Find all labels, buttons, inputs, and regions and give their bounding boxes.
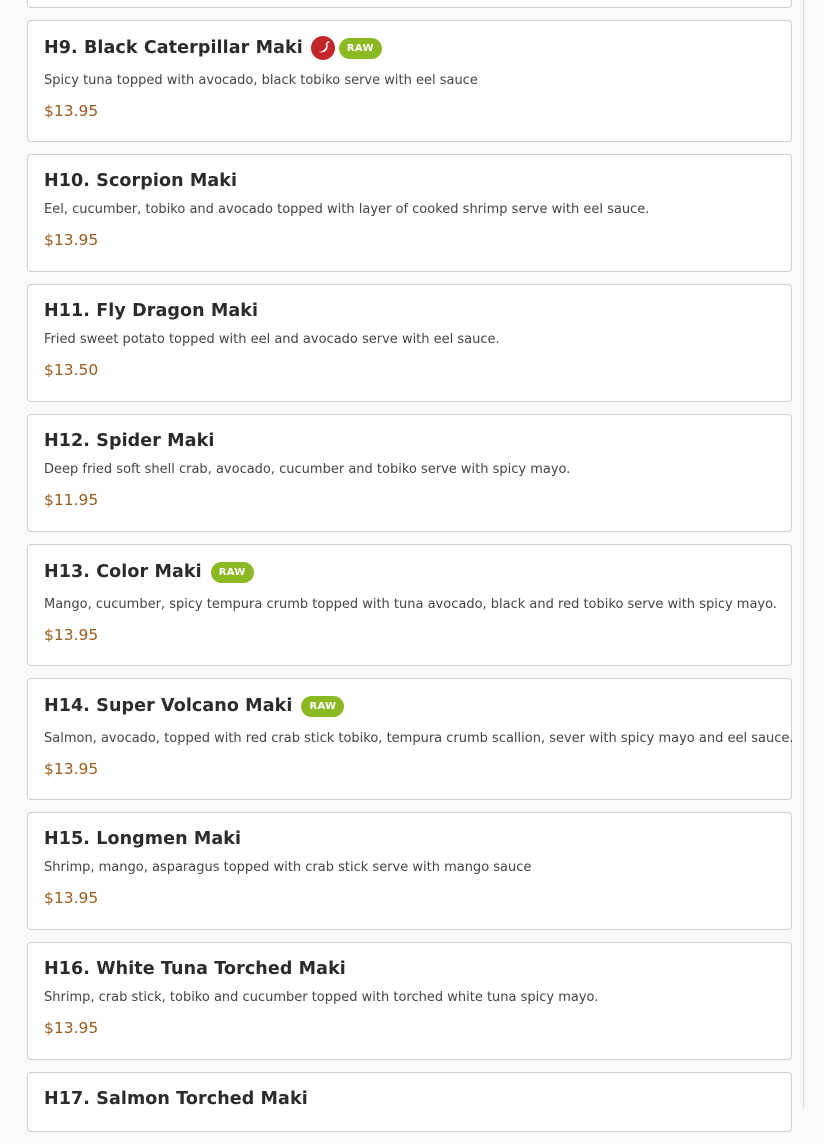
menu-item-price: $13.50: [44, 361, 99, 379]
menu-item-card[interactable]: H9. Black Caterpillar Maki RAW Spicy tun…: [27, 20, 792, 142]
menu-item-name: H10. Scorpion Maki: [44, 171, 238, 191]
menu-item-title-row: H16. White Tuna Torched Maki: [44, 957, 775, 981]
menu-item-name: H17. Salmon Torched Maki: [44, 1089, 308, 1109]
menu-item-card[interactable]: H16. White Tuna Torched Maki Shrimp, cra…: [27, 942, 792, 1060]
menu-item-description: Deep fried soft shell crab, avocado, cuc…: [44, 462, 571, 477]
menu-item-description: Shrimp, mango, asparagus topped with cra…: [44, 860, 532, 875]
menu-item-price: $13.95: [44, 231, 99, 249]
menu-item-card[interactable]: H17. Salmon Torched Maki: [27, 1072, 792, 1132]
menu-item-title-row: H14. Super Volcano Maki RAW: [44, 694, 775, 718]
menu-item-title-row: H17. Salmon Torched Maki: [44, 1087, 775, 1111]
menu-item-title-row: H9. Black Caterpillar Maki RAW: [44, 36, 775, 60]
menu-item-name: H9. Black Caterpillar Maki: [44, 38, 303, 58]
menu-item-title-row: H12. Spider Maki: [44, 429, 775, 453]
chili-pepper-icon: [310, 36, 335, 60]
raw-badge: RAW: [338, 37, 382, 59]
menu-item-title-row: H15. Longmen Maki: [44, 827, 775, 851]
menu-item-description: Mango, cucumber, spicy tempura crumb top…: [44, 597, 777, 612]
menu-item-description: Shrimp, crab stick, tobiko and cucumber …: [44, 990, 599, 1005]
menu-item-name: H11. Fly Dragon Maki: [44, 301, 259, 321]
menu-item-name: H14. Super Volcano Maki: [44, 696, 293, 716]
menu-item-price: $13.95: [44, 889, 99, 907]
menu-item-list: H9. Black Caterpillar Maki RAW Spicy tun…: [27, 0, 794, 1144]
menu-item-card[interactable]: H13. Color Maki RAW Mango, cucumber, spi…: [27, 544, 792, 666]
menu-item-card[interactable]: H15. Longmen Maki Shrimp, mango, asparag…: [27, 812, 792, 930]
menu-item-card[interactable]: H11. Fly Dragon Maki Fried sweet potato …: [27, 284, 792, 402]
menu-item-card[interactable]: H14. Super Volcano Maki RAW Salmon, avoc…: [27, 678, 794, 800]
page-right-border: [803, 0, 804, 1108]
menu-item-name: H13. Color Maki: [44, 562, 202, 582]
raw-badge: RAW: [301, 695, 345, 717]
menu-item-description: Fried sweet potato topped with eel and a…: [44, 332, 500, 347]
menu-item-title-row: H11. Fly Dragon Maki: [44, 299, 775, 323]
menu-item-price: $13.95: [44, 760, 99, 778]
menu-item-description: Eel, cucumber, tobiko and avocado topped…: [44, 202, 650, 217]
menu-item-card[interactable]: H12. Spider Maki Deep fried soft shell c…: [27, 414, 792, 532]
menu-item-card[interactable]: H10. Scorpion Maki Eel, cucumber, tobiko…: [27, 154, 792, 272]
raw-badge: RAW: [210, 561, 254, 583]
menu-item-title-row: H10. Scorpion Maki: [44, 169, 775, 193]
menu-item-name: H15. Longmen Maki: [44, 829, 242, 849]
menu-item-price: $11.95: [44, 491, 99, 509]
menu-item-card-previous[interactable]: [27, 0, 792, 8]
menu-item-description: Salmon, avocado, topped with red crab st…: [44, 731, 794, 746]
menu-item-title-row: H13. Color Maki RAW: [44, 560, 775, 584]
menu-item-price: $13.95: [44, 626, 99, 644]
menu-item-name: H16. White Tuna Torched Maki: [44, 959, 346, 979]
menu-item-price: $13.95: [44, 1019, 99, 1037]
menu-item-name: H12. Spider Maki: [44, 431, 215, 451]
menu-item-description: Spicy tuna topped with avocado, black to…: [44, 73, 478, 88]
menu-item-price: $13.95: [44, 102, 99, 120]
